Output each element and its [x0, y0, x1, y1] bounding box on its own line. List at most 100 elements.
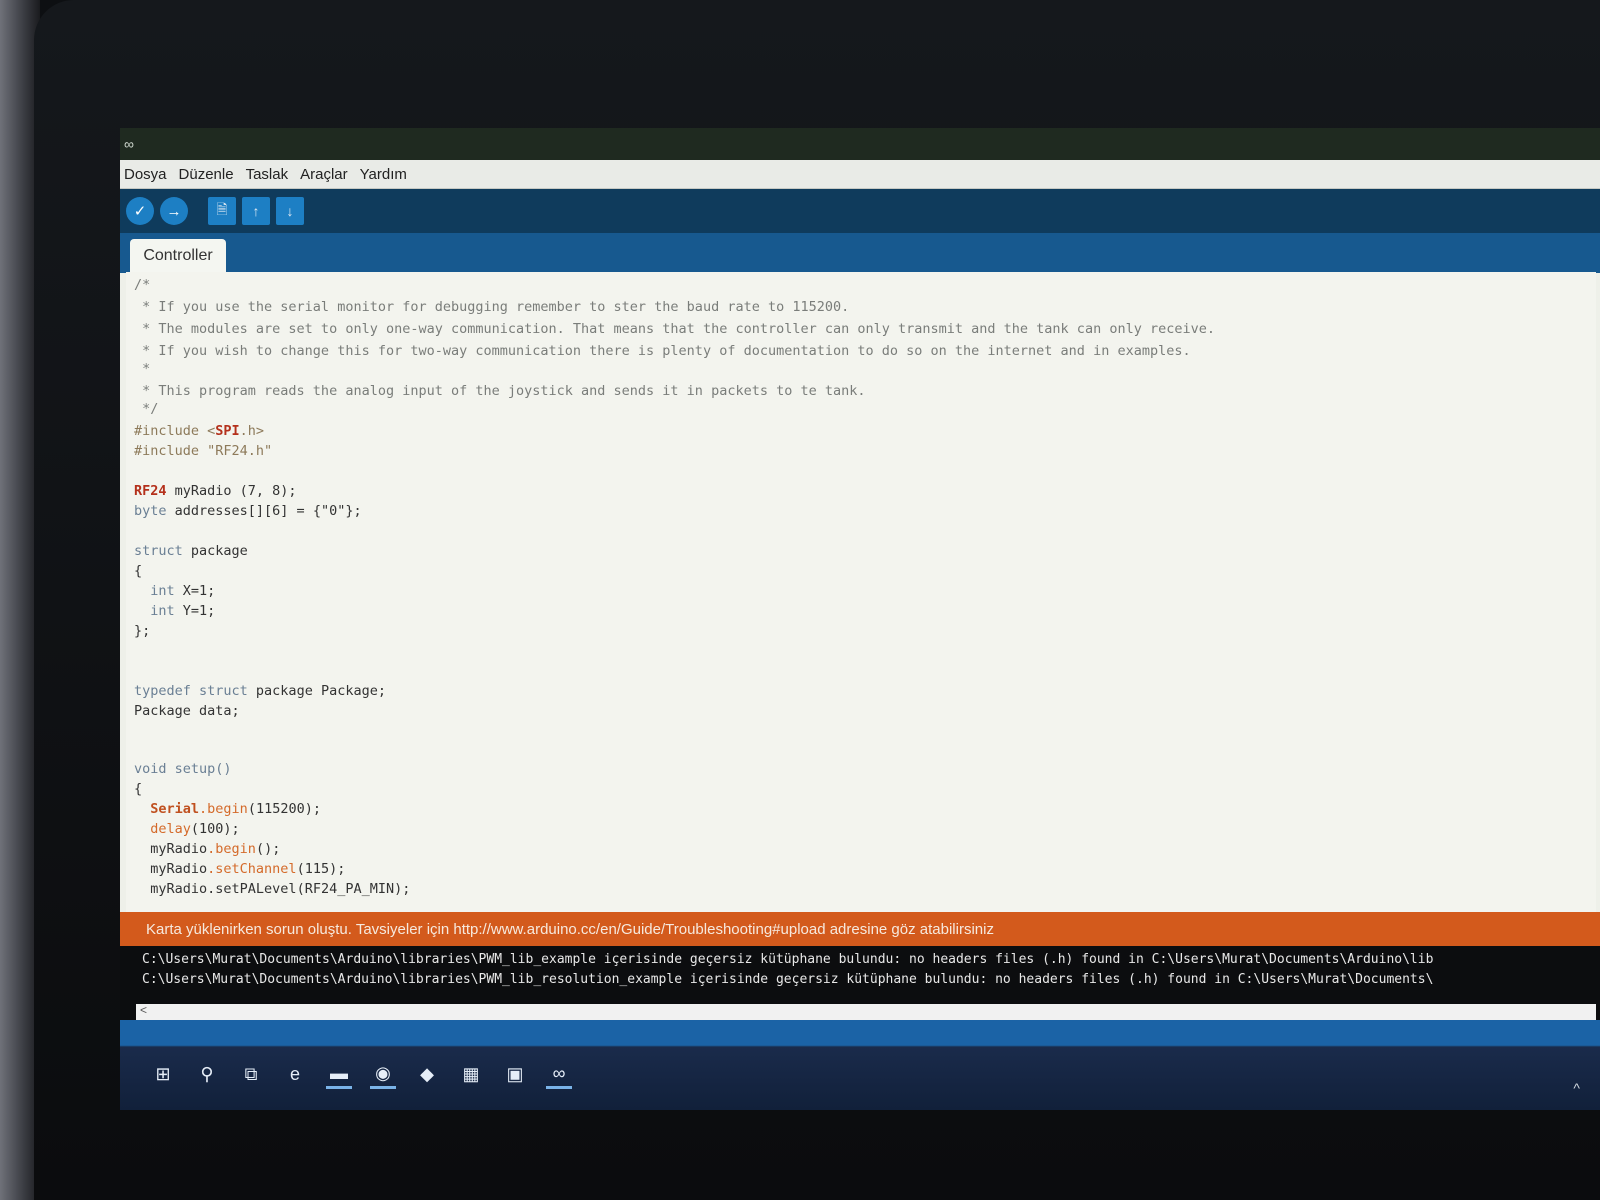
upload-button[interactable]: → [160, 197, 188, 225]
verify-button[interactable]: ✓ [126, 197, 154, 225]
check-icon: ✓ [133, 203, 147, 220]
open-button[interactable]: ↑ [242, 197, 270, 225]
code-token: (115); [296, 861, 346, 877]
code-token: Y=1; [174, 603, 216, 619]
toolbar: ✓ → 🗎 ↑ ↓ [120, 189, 1600, 233]
code-line: #include <SPI.h> [134, 422, 264, 440]
code-token: X=1; [174, 583, 216, 599]
tab-bar: Controller [120, 233, 1600, 273]
code-line: void setup() [134, 760, 232, 778]
taskbar-explorer[interactable]: ▬ [326, 1060, 352, 1089]
arduino-logo-icon: ∞ [124, 136, 134, 152]
code-token: .h> [239, 423, 265, 439]
taskbar-app[interactable]: ▣ [502, 1062, 528, 1088]
save-button[interactable]: ↓ [276, 197, 304, 225]
taskbar-arduino[interactable]: ∞ [546, 1060, 572, 1089]
taskbar-edge[interactable]: e [282, 1062, 308, 1088]
start-button[interactable]: ⊞ [150, 1062, 176, 1088]
new-sketch-button[interactable]: 🗎 [208, 197, 236, 225]
code-line: int X=1; [134, 582, 215, 600]
folder-icon: ▬ [330, 1062, 348, 1083]
code-token: myRadio [134, 841, 208, 857]
code-token: addresses[][6] = {"0"}; [166, 503, 362, 519]
code-token: .setPALevel [207, 881, 297, 897]
code-line: * The modules are set to only one-way co… [134, 321, 1215, 337]
taskbar-icons: ⊞ ⚲ ⧉ e ▬ ◉ ◆ ▦ ▣ ∞ [150, 1060, 572, 1089]
code-line: Package data; [134, 703, 240, 719]
code-token: package Package; [247, 683, 386, 699]
code-line: int Y=1; [134, 602, 215, 620]
code-token: (); [255, 841, 281, 857]
code-token: myRadio [134, 881, 208, 897]
title-bar: ∞ [120, 128, 1600, 160]
code-line: */ [134, 401, 159, 417]
arrow-up-icon: ↑ [252, 203, 260, 219]
windows-icon: ⊞ [155, 1064, 171, 1084]
code-token: byte [134, 503, 167, 519]
edge-icon: e [289, 1064, 300, 1084]
code-token: (115200); [247, 801, 321, 817]
tab-controller[interactable]: Controller [130, 239, 226, 273]
code-token: package [182, 543, 248, 559]
code-editor[interactable]: /* * If you use the serial monitor for d… [126, 272, 1596, 912]
menu-taslak[interactable]: Taslak [246, 166, 289, 183]
menu-bar: Dosya Düzenle Taslak Araçlar Yardım [120, 160, 1600, 189]
code-line: * If you use the serial monitor for debu… [134, 299, 850, 315]
code-line: struct package [134, 542, 248, 560]
menu-yardim[interactable]: Yardım [360, 166, 407, 183]
code-token: RF24 [134, 483, 167, 499]
code-line: * This program reads the analog input of… [134, 383, 866, 399]
tray-expand[interactable]: ^ [1573, 1080, 1580, 1096]
code-line: }; [134, 623, 151, 639]
windows-taskbar: ⊞ ⚲ ⧉ e ▬ ◉ ◆ ▦ ▣ ∞ ^ [120, 1020, 1600, 1110]
arrow-right-icon: → [166, 202, 182, 220]
search-button[interactable]: ⚲ [194, 1062, 220, 1088]
app-icon: ◆ [420, 1064, 434, 1084]
menu-dosya[interactable]: Dosya [124, 166, 167, 183]
app-icon: ▦ [462, 1064, 480, 1084]
horizontal-scrollbar[interactable]: < [136, 1003, 1596, 1020]
console-line: C:\Users\Murat\Documents\Arduino\librari… [142, 972, 1434, 987]
new-file-icon: 🗎 [216, 201, 228, 217]
code-line: * If you wish to change this for two-way… [134, 343, 1191, 359]
code-line: myRadio.setPALevel(RF24_PA_MIN); [134, 880, 410, 898]
arduino-icon: ∞ [552, 1062, 566, 1083]
error-message-bar: Karta yüklenirken sorun oluştu. Tavsiyel… [120, 912, 1600, 946]
code-line: myRadio.begin(); [134, 840, 280, 858]
taskbar-app[interactable]: ▦ [458, 1062, 484, 1088]
code-token: (RF24_PA_MIN); [296, 881, 411, 897]
code-token: Serial [134, 801, 200, 817]
code-token: .begin [199, 801, 248, 817]
code-token: myRadio [134, 861, 208, 877]
code-line: Serial.begin(115200); [134, 800, 321, 818]
code-line: #include "RF24.h" [134, 443, 273, 459]
code-line: RF24 myRadio (7, 8); [134, 482, 297, 500]
scroll-left-icon[interactable]: < [140, 1003, 147, 1017]
code-token: int [134, 583, 175, 599]
code-token: void [134, 761, 167, 777]
code-token: .setChannel [207, 861, 297, 877]
taskbar-app[interactable]: ◆ [414, 1062, 440, 1088]
chevron-up-icon: ^ [1573, 1080, 1580, 1096]
code-token: myRadio (7, 8); [166, 483, 297, 499]
code-token: setup [166, 761, 216, 777]
code-line: typedef struct package Package; [134, 682, 386, 700]
code-line: delay(100); [134, 820, 240, 838]
code-token: #include < [134, 423, 216, 439]
menu-araclar[interactable]: Araçlar [300, 166, 348, 183]
code-token: int [134, 603, 175, 619]
code-line: byte addresses[][6] = {"0"}; [134, 502, 362, 520]
menu-duzenle[interactable]: Düzenle [179, 166, 234, 183]
search-icon: ⚲ [200, 1064, 214, 1084]
task-view-icon: ⧉ [244, 1064, 258, 1084]
app-icon: ▣ [506, 1064, 524, 1084]
taskbar-chrome[interactable]: ◉ [370, 1060, 396, 1089]
arduino-ide-window: ∞ Dosya Düzenle Taslak Araçlar Yardım ✓ … [120, 128, 1600, 1110]
code-token: () [215, 761, 232, 777]
code-token: typedef struct [134, 683, 248, 699]
code-line: * [134, 361, 151, 377]
code-token: struct [134, 543, 183, 559]
code-token: (100); [190, 821, 240, 837]
task-view-button[interactable]: ⧉ [238, 1062, 264, 1088]
console-panel: Karta yüklenirken sorun oluştu. Tavsiyel… [120, 912, 1600, 1020]
